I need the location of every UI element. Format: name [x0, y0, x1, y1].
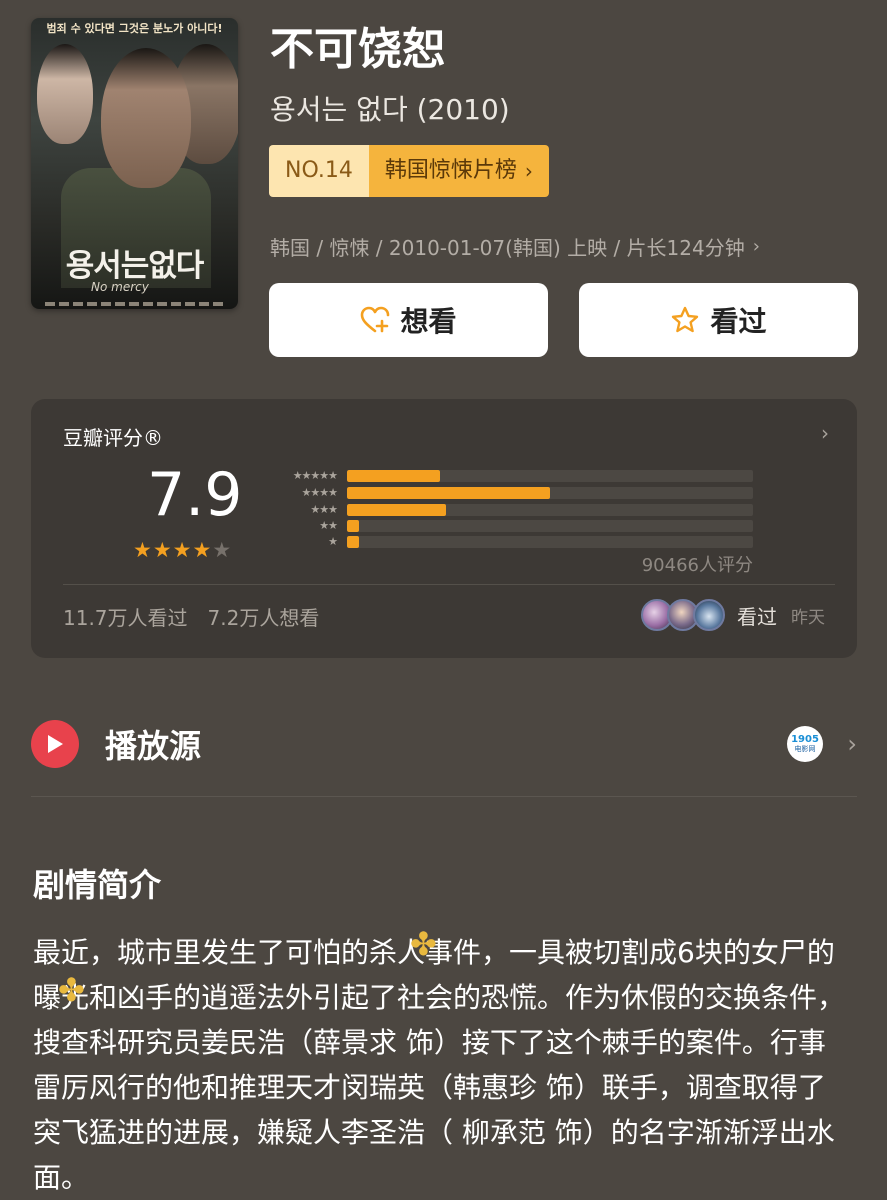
heart-plus-icon	[361, 306, 390, 333]
dist-bar-track	[347, 536, 753, 548]
friends-action-label: 看过	[737, 604, 777, 629]
movie-meta-info[interactable]: 韩国 / 惊悚 / 2010-01-07(韩国) 上映 / 片长124分钟 ›	[270, 232, 760, 261]
chevron-right-icon: ›	[752, 236, 760, 257]
star-filled-icon: ★	[192, 538, 212, 562]
dist-bar-fill	[347, 536, 360, 548]
dist-stars-label: ★★	[319, 519, 338, 532]
source-logo-number: 1905	[791, 734, 819, 745]
dist-bar-fill	[347, 470, 441, 482]
dist-bar-track	[347, 470, 753, 482]
divider	[63, 584, 835, 585]
play-source-label: 播放源	[105, 727, 202, 765]
dist-bar-fill	[347, 504, 447, 516]
rating-dist-row-4: ★★★★	[263, 486, 753, 500]
poster-title-art: 용서는없다	[65, 248, 205, 284]
synopsis-text: 最近，城市里发生了可怕的杀人事件，一具被切割成6块的女尸的曝光和凶手的逍遥法外引…	[33, 936, 846, 1194]
rank-list-label: 韩国惊悚片榜	[384, 158, 517, 183]
movie-poster[interactable]: 범죄 수 있다면 그것은 분노가 아니다! 용서는없다 No mercy	[31, 18, 238, 309]
rating-dist-row-2: ★★	[263, 519, 753, 533]
source-logo-text: 电影网	[794, 745, 816, 753]
avatar	[693, 599, 725, 631]
chevron-right-icon: ›	[524, 159, 533, 183]
rank-list-name: 韩国惊悚片榜 ›	[368, 145, 549, 197]
poster-credits	[45, 302, 224, 306]
want-to-watch-button[interactable]: 想看	[269, 283, 548, 357]
clover-sticker-icon: ✤	[58, 971, 85, 1009]
movie-meta-text: 韩国 / 惊悚 / 2010-01-07(韩国) 上映 / 片长124分钟	[270, 236, 745, 260]
star-empty-icon: ★	[212, 538, 232, 562]
rating-stars: ★ ★ ★ ★ ★	[133, 539, 231, 561]
want-count: 7.2万人想看	[207, 606, 320, 630]
douban-rating-card[interactable]: 豆瓣评分® › 7.9 ★ ★ ★ ★ ★ ★★★★★ ★★★★ ★★★ ★★ ★ 90…	[31, 399, 857, 658]
rating-label: 豆瓣评分®	[63, 426, 163, 450]
dist-stars-label: ★★★★	[301, 486, 338, 499]
poster-subtitle-art: No mercy	[91, 280, 149, 294]
star-filled-icon: ★	[172, 538, 192, 562]
ranking-badge[interactable]: NO.14 韩国惊悚片榜 ›	[269, 145, 549, 197]
movie-original-title: 용서는 없다 (2010)	[270, 93, 510, 126]
poster-tagline: 범죄 수 있다면 그것은 분노가 아니다!	[46, 22, 223, 35]
star-filled-icon: ★	[133, 538, 152, 562]
dist-stars-label: ★★★★★	[292, 469, 338, 482]
dist-bar-fill	[347, 520, 360, 532]
watched-count: 11.7万人看过	[63, 606, 188, 630]
rank-number: NO.14	[269, 145, 369, 197]
movie-title: 不可饶恕	[270, 24, 446, 75]
watched-button[interactable]: 看过	[579, 283, 858, 357]
chevron-right-icon: ›	[847, 730, 857, 758]
rating-dist-row-3: ★★★	[263, 503, 753, 517]
rating-dist-row-1: ★	[263, 535, 753, 549]
chevron-right-icon: ›	[821, 421, 829, 445]
dist-bar-track	[347, 487, 753, 499]
clover-sticker-icon: ✤	[410, 925, 437, 963]
watched-label: 看过	[710, 305, 767, 338]
star-icon	[672, 306, 699, 333]
dist-bar-fill	[347, 487, 550, 499]
play-icon	[31, 720, 79, 768]
viewer-stats: 11.7万人看过 7.2万人想看	[63, 602, 319, 631]
poster-actress-face	[37, 44, 93, 144]
play-source-row[interactable]: 播放源 1905 电影网 ›	[31, 712, 857, 776]
m1905-logo-icon: 1905 电影网	[787, 726, 823, 762]
dist-bar-track	[347, 504, 753, 516]
poster-actor-face-center	[101, 48, 191, 188]
dist-bar-track	[347, 520, 753, 532]
want-to-watch-label: 想看	[400, 305, 457, 338]
dist-stars-label: ★★★	[310, 503, 338, 516]
dist-stars-label: ★	[328, 535, 338, 548]
synopsis-heading: 剧情简介	[33, 866, 162, 904]
divider	[31, 796, 857, 797]
rating-count: 90466人评分	[641, 555, 753, 576]
star-filled-icon: ★	[152, 538, 172, 562]
rating-dist-row-5: ★★★★★	[263, 469, 753, 483]
rating-score: 7.9	[147, 460, 243, 530]
friends-action-time: 昨天	[791, 607, 825, 628]
friends-activity[interactable]: 看过 昨天	[641, 599, 825, 631]
